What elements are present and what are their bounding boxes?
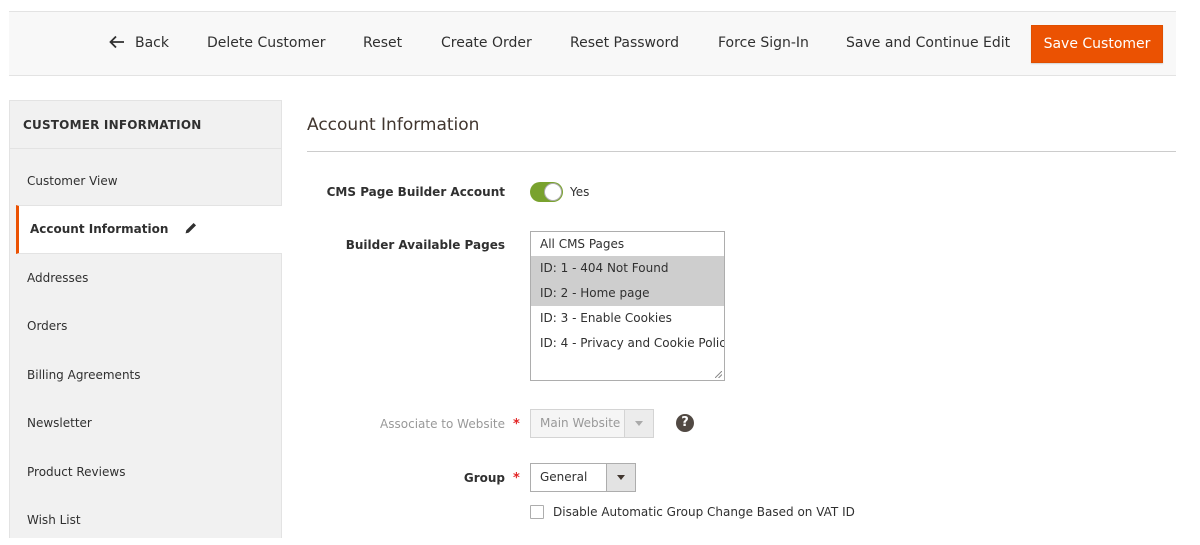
group-label: Group [463, 471, 505, 485]
cms-builder-toggle[interactable] [530, 182, 563, 202]
create-order-button[interactable]: Create Order [441, 12, 532, 75]
sidebar-item-label: Customer View [27, 174, 118, 188]
save-customer-button[interactable]: Save Customer [1031, 25, 1163, 63]
cms-builder-label: CMS Page Builder Account [326, 185, 505, 199]
reset-button[interactable]: Reset [363, 12, 402, 75]
sidebar-item-label: Product Reviews [27, 465, 126, 479]
group-select-value: General [540, 470, 588, 484]
back-button[interactable]: Back [109, 12, 169, 75]
chevron-down-icon [617, 475, 625, 480]
required-marker: * [513, 417, 520, 432]
sidebar-item-billing-agreements[interactable]: Billing Agreements [10, 351, 282, 400]
toggle-knob [544, 183, 562, 201]
section-divider [307, 151, 1176, 152]
disable-vat-label[interactable]: Disable Automatic Group Change Based on … [553, 505, 855, 519]
group-select[interactable]: General [530, 463, 636, 492]
select-arrow [606, 464, 635, 491]
sidebar-title: CUSTOMER INFORMATION [10, 101, 281, 149]
sidebar-item-label: Wish List [27, 513, 81, 527]
sidebar-item-orders[interactable]: Orders [10, 302, 282, 351]
multiselect-option[interactable]: ID: 2 - Home page [531, 281, 724, 306]
select-arrow [624, 410, 653, 437]
pencil-icon [185, 222, 196, 234]
sidebar-item-label: Orders [27, 319, 68, 333]
disable-vat-checkbox[interactable] [530, 505, 544, 519]
back-label: Back [135, 35, 169, 51]
cms-builder-value: Yes [570, 185, 590, 199]
page-actions-toolbar: Back Delete Customer Reset Create Order … [9, 11, 1176, 76]
chevron-down-icon [635, 421, 643, 426]
reset-password-button[interactable]: Reset Password [570, 12, 679, 75]
available-pages-multiselect[interactable]: All CMS Pages ID: 1 - 404 Not Found ID: … [530, 231, 725, 381]
section-title: Account Information [307, 115, 480, 135]
website-select: Main Website [530, 409, 654, 438]
website-select-value: Main Website [540, 416, 621, 430]
website-label: Associate to Website [380, 417, 505, 431]
sidebar-item-newsletter[interactable]: Newsletter [10, 399, 282, 448]
force-sign-in-button[interactable]: Force Sign-In [718, 12, 809, 75]
sidebar-item-label: Newsletter [27, 416, 92, 430]
available-pages-label: Builder Available Pages [345, 238, 505, 252]
multiselect-option[interactable]: ID: 1 - 404 Not Found [531, 256, 724, 281]
required-marker: * [513, 471, 520, 486]
customer-information-sidebar: CUSTOMER INFORMATION Customer View Accou… [9, 100, 282, 538]
sidebar-item-label: Account Information [30, 222, 169, 236]
multiselect-option[interactable]: ID: 3 - Enable Cookies [531, 306, 724, 331]
resize-grip-icon[interactable] [715, 371, 722, 378]
sidebar-item-label: Billing Agreements [27, 368, 141, 382]
arrow-left-icon [109, 35, 124, 49]
sidebar-item-product-reviews[interactable]: Product Reviews [10, 448, 282, 497]
sidebar-item-account-information[interactable]: Account Information [16, 205, 282, 254]
multiselect-option[interactable]: All CMS Pages [531, 232, 724, 256]
sidebar-item-label: Addresses [27, 271, 89, 285]
save-and-continue-button[interactable]: Save and Continue Edit [846, 12, 1010, 75]
sidebar-item-addresses[interactable]: Addresses [10, 254, 282, 303]
multiselect-option[interactable]: ID: 4 - Privacy and Cookie Policy [531, 331, 724, 356]
help-icon[interactable]: ? [676, 414, 694, 432]
sidebar-item-customer-view[interactable]: Customer View [10, 157, 282, 206]
delete-customer-button[interactable]: Delete Customer [207, 12, 325, 75]
